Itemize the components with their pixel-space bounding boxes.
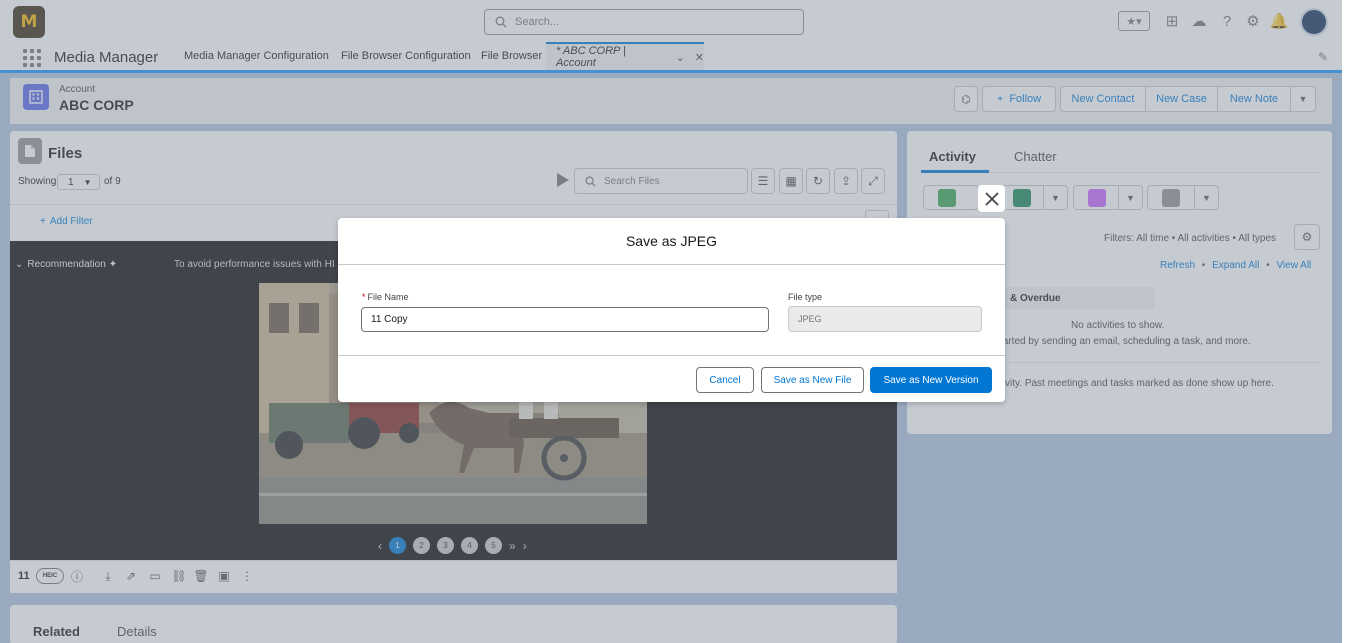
save-as-new-version-button[interactable]: Save as New Version <box>870 367 992 393</box>
modal-title: Save as JPEG <box>625 233 718 249</box>
required-marker: * <box>362 292 366 302</box>
file-type-label: File type <box>788 292 823 302</box>
scrollbar[interactable] <box>1342 0 1348 643</box>
file-name-input[interactable] <box>361 307 769 332</box>
file-type-input <box>788 306 982 332</box>
divider <box>338 264 1005 265</box>
file-name-label: * File Name <box>362 292 409 302</box>
save-as-new-file-button[interactable]: Save as New File <box>761 367 864 393</box>
cancel-button[interactable]: Cancel <box>696 367 754 393</box>
close-modal-icon[interactable] <box>978 185 1005 212</box>
divider <box>338 355 1005 356</box>
